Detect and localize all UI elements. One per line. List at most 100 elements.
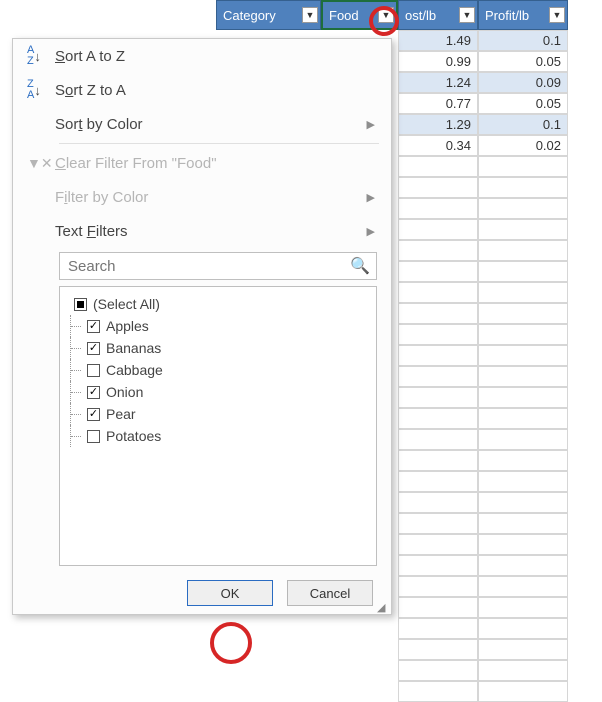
empty-cell[interactable] (398, 597, 478, 618)
empty-cell[interactable] (398, 303, 478, 324)
checkbox[interactable] (87, 386, 100, 399)
filter-value-item[interactable]: Bananas (70, 337, 372, 359)
empty-cell[interactable] (478, 156, 568, 177)
empty-cell[interactable] (398, 534, 478, 555)
empty-cell[interactable] (478, 555, 568, 576)
empty-row (0, 660, 602, 681)
empty-cell[interactable] (398, 450, 478, 471)
empty-cell[interactable] (478, 681, 568, 702)
empty-cell[interactable] (398, 681, 478, 702)
empty-cell[interactable] (478, 429, 568, 450)
empty-cell[interactable] (478, 198, 568, 219)
clear-filter-icon: ▼✕ (27, 155, 55, 172)
empty-cell[interactable] (398, 618, 478, 639)
empty-cell[interactable] (398, 366, 478, 387)
checkbox[interactable] (74, 298, 87, 311)
empty-cell[interactable] (398, 555, 478, 576)
checkbox[interactable] (87, 342, 100, 355)
empty-cell[interactable] (478, 387, 568, 408)
empty-cell[interactable] (398, 282, 478, 303)
empty-cell[interactable] (478, 282, 568, 303)
cost-cell[interactable]: 0.77 (398, 93, 478, 114)
empty-cell[interactable] (398, 345, 478, 366)
cost-cell[interactable]: 1.29 (398, 114, 478, 135)
cost-cell[interactable]: 1.24 (398, 72, 478, 93)
empty-cell[interactable] (478, 408, 568, 429)
empty-cell[interactable] (478, 324, 568, 345)
empty-cell[interactable] (478, 639, 568, 660)
empty-cell[interactable] (398, 324, 478, 345)
sort-z-to-a[interactable]: ZA↓ Sort Z to A (13, 73, 391, 107)
filter-search-box[interactable]: 🔍 (59, 252, 377, 280)
empty-cell[interactable] (478, 450, 568, 471)
checkbox[interactable] (87, 320, 100, 333)
empty-cell[interactable] (398, 639, 478, 660)
ok-button[interactable]: OK (187, 580, 273, 606)
empty-cell[interactable] (398, 156, 478, 177)
search-input[interactable] (66, 257, 350, 276)
empty-cell[interactable] (478, 597, 568, 618)
cancel-button[interactable]: Cancel (287, 580, 373, 606)
profit-cell[interactable]: 0.09 (478, 72, 568, 93)
cost-cell[interactable]: 0.99 (398, 51, 478, 72)
filter-dropdown-icon[interactable]: ▼ (459, 7, 475, 23)
header-cost[interactable]: ost/lb ▼ (398, 0, 478, 30)
profit-cell[interactable]: 0.05 (478, 93, 568, 114)
empty-cell[interactable] (398, 660, 478, 681)
empty-cell[interactable] (398, 513, 478, 534)
filter-value-item[interactable]: Cabbage (70, 359, 372, 381)
filter-dropdown-icon[interactable]: ▼ (378, 7, 394, 23)
empty-cell[interactable] (478, 261, 568, 282)
sort-a-to-z[interactable]: AZ↓ Sort A to Z (13, 39, 391, 73)
empty-cell[interactable] (398, 177, 478, 198)
filter-value-item[interactable]: (Select All) (70, 293, 372, 315)
empty-cell[interactable] (398, 576, 478, 597)
empty-cell[interactable] (478, 366, 568, 387)
empty-cell[interactable] (398, 261, 478, 282)
header-food[interactable]: Food ▼ (321, 0, 398, 30)
empty-cell[interactable] (478, 513, 568, 534)
sort-by-color[interactable]: Sort by Color ▶ (13, 107, 391, 141)
empty-cell[interactable] (398, 240, 478, 261)
empty-cell[interactable] (478, 534, 568, 555)
filter-value-item[interactable]: Potatoes (70, 425, 372, 447)
empty-cell[interactable] (478, 219, 568, 240)
filter-dropdown-icon[interactable]: ▼ (302, 7, 318, 23)
empty-cell[interactable] (398, 219, 478, 240)
search-icon[interactable]: 🔍 (350, 256, 370, 276)
header-category[interactable]: Category ▼ (216, 0, 321, 30)
filter-value-label: Apples (106, 318, 149, 334)
empty-cell[interactable] (398, 198, 478, 219)
empty-cell[interactable] (398, 471, 478, 492)
cost-cell[interactable]: 0.34 (398, 135, 478, 156)
header-profit[interactable]: Profit/lb ▼ (478, 0, 568, 30)
filter-dropdown-icon[interactable]: ▼ (549, 7, 565, 23)
empty-cell[interactable] (478, 177, 568, 198)
checkbox[interactable] (87, 408, 100, 421)
filter-value-item[interactable]: Apples (70, 315, 372, 337)
empty-cell[interactable] (398, 408, 478, 429)
cost-cell[interactable]: 1.49 (398, 30, 478, 51)
empty-cell[interactable] (398, 429, 478, 450)
empty-cell[interactable] (478, 576, 568, 597)
empty-cell[interactable] (478, 303, 568, 324)
profit-cell[interactable]: 0.1 (478, 114, 568, 135)
empty-cell[interactable] (478, 345, 568, 366)
empty-cell[interactable] (478, 240, 568, 261)
empty-cell[interactable] (478, 492, 568, 513)
filter-value-item[interactable]: Onion (70, 381, 372, 403)
empty-cell[interactable] (398, 387, 478, 408)
profit-cell[interactable]: 0.02 (478, 135, 568, 156)
profit-cell[interactable]: 0.05 (478, 51, 568, 72)
empty-cell[interactable] (478, 618, 568, 639)
empty-cell[interactable] (478, 471, 568, 492)
empty-cell[interactable] (398, 492, 478, 513)
filter-values-list[interactable]: (Select All) Apples BananasCabbageOnionPea… (59, 286, 377, 566)
filter-value-item[interactable]: Pear (70, 403, 372, 425)
resize-grip-icon[interactable]: ◢ (377, 601, 387, 611)
text-filters[interactable]: Text Filters ▶ (13, 214, 391, 248)
profit-cell[interactable]: 0.1 (478, 30, 568, 51)
empty-cell[interactable] (478, 660, 568, 681)
checkbox[interactable] (87, 364, 100, 377)
checkbox[interactable] (87, 430, 100, 443)
